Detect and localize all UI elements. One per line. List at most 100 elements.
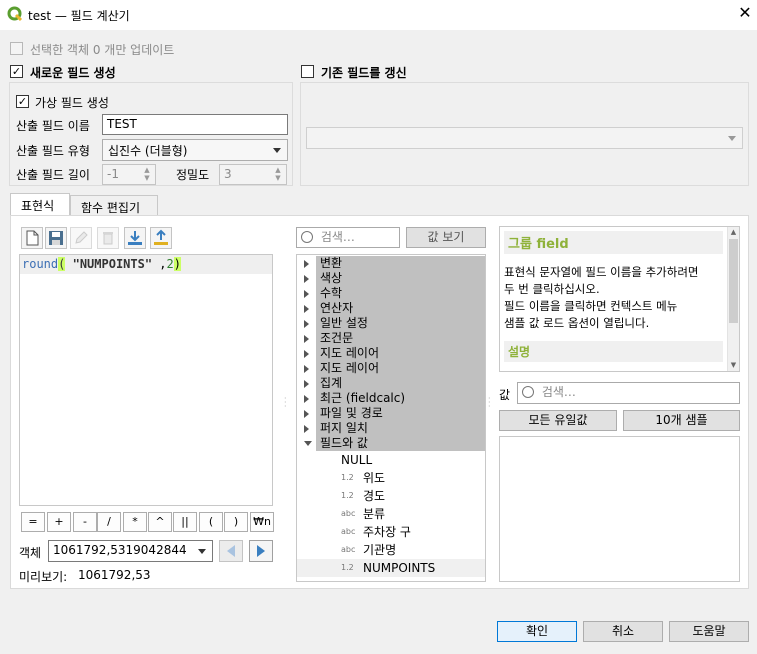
all-unique-button[interactable]: 모든 유일값 (499, 410, 617, 431)
arrow-right-icon (257, 545, 265, 557)
save-icon[interactable] (45, 227, 67, 249)
next-feature-button[interactable] (249, 540, 273, 562)
tree-group[interactable]: 집계 (304, 376, 485, 391)
search-icon (522, 386, 534, 398)
ten-samples-button[interactable]: 10개 샘플 (623, 410, 740, 431)
field-name: 분류 (363, 507, 386, 521)
close-icon[interactable]: ✕ (736, 4, 754, 22)
tree-field-item[interactable]: 1.2 위도 (297, 469, 485, 487)
tree-group-label: 수학 (320, 286, 343, 300)
tree-group[interactable]: 최근 (fieldcalc) (304, 391, 485, 406)
ok-button[interactable]: 확인 (497, 621, 577, 642)
help-description-title: 설명 (504, 341, 723, 362)
tree-group[interactable]: 퍼지 일치 (304, 421, 485, 436)
new-file-icon[interactable] (21, 227, 43, 249)
output-length-label: 산출 필드 길이 (16, 168, 90, 182)
tree-group[interactable]: 지도 레이어 (304, 361, 485, 376)
output-type-select[interactable]: 십진수 (더블형) (102, 139, 288, 161)
tree-group[interactable]: 파일 및 경로 (304, 406, 485, 421)
scroll-up-icon[interactable]: ▲ (728, 227, 739, 237)
splitter-handle[interactable]: · · · (284, 395, 287, 411)
preview-label: 미리보기: (19, 570, 68, 584)
tree-group-expanded[interactable]: 필드와 값 (304, 436, 485, 451)
expand-icon (304, 275, 309, 283)
values-search-input[interactable]: 검색… (517, 382, 740, 404)
export-icon[interactable] (150, 227, 172, 249)
tree-group[interactable]: 수학 (304, 286, 485, 301)
help-button[interactable]: 도움말 (669, 621, 749, 642)
import-icon[interactable] (124, 227, 146, 249)
update-selected-checkbox[interactable] (10, 42, 23, 55)
tree-field-item[interactable]: NULL (297, 451, 485, 469)
operator-equals-button[interactable]: = (21, 512, 45, 532)
scroll-down-icon[interactable]: ▼ (728, 361, 739, 369)
help-line: 샘플 값 로드 옵션이 열립니다. (504, 316, 650, 330)
delete-icon[interactable] (97, 227, 119, 249)
help-line: 표현식 문자열에 필드 이름을 추가하려면 (504, 265, 699, 279)
values-label: 값 (499, 388, 511, 402)
help-scrollbar[interactable]: ▲ ▼ (727, 227, 739, 371)
expression-line: round( "NUMPOINTS" ,2) (20, 255, 272, 274)
help-text: 표현식 문자열에 필드 이름을 추가하려면 두 번 클릭하십시오. 필드 이름을… (504, 264, 723, 332)
tab-function-editor[interactable]: 함수 편집기 (70, 195, 158, 217)
tree-group-label: 필드와 값 (320, 436, 368, 450)
operator-power-button[interactable]: ^ (148, 512, 172, 532)
chevron-down-icon (728, 136, 736, 141)
operator-divide-button[interactable]: / (97, 512, 121, 532)
show-values-button[interactable]: 값 보기 (406, 227, 486, 248)
field-name: NULL (341, 453, 373, 467)
tree-group-label: 지도 레이어 (320, 346, 380, 360)
precision-value: 3 (224, 167, 232, 181)
tree-field-item[interactable]: abc 분류 (297, 505, 485, 523)
virtual-field-label: 가상 필드 생성 (35, 96, 109, 110)
tree-group[interactable]: 지도 레이어 (304, 346, 485, 361)
operator-concat-button[interactable]: || (173, 512, 197, 532)
cancel-button[interactable]: 취소 (583, 621, 663, 642)
output-type-value: 십진수 (더블형) (108, 144, 188, 158)
existing-field-select[interactable] (306, 127, 743, 149)
tree-group[interactable]: 색상 (304, 271, 485, 286)
feature-select[interactable]: 1061792,5319042844 (48, 540, 213, 562)
function-search-input[interactable]: 검색… (296, 227, 400, 248)
field-type-icon: 1.2 (341, 563, 354, 572)
expr-function: round (22, 257, 59, 271)
new-field-label: 새로운 필드 생성 (30, 66, 116, 80)
values-list[interactable] (499, 436, 740, 582)
preview-value: 1061792,53 (78, 568, 151, 582)
splitter-handle[interactable]: · · · (488, 395, 491, 411)
update-existing-label: 기존 필드를 갱신 (321, 66, 407, 80)
tree-group[interactable]: 조건문 (304, 331, 485, 346)
new-field-checkbox[interactable]: ✓ (10, 65, 23, 78)
tree-group-label: 색상 (320, 271, 343, 285)
scroll-thumb[interactable] (729, 239, 738, 323)
operator-plus-button[interactable]: + (47, 512, 71, 532)
virtual-field-checkbox[interactable]: ✓ (16, 95, 29, 108)
edit-icon[interactable] (70, 227, 92, 249)
tree-group[interactable]: 일반 설정 (304, 316, 485, 331)
function-search-placeholder: 검색… (320, 230, 355, 244)
operator-minus-button[interactable]: - (73, 512, 97, 532)
tree-group[interactable]: 연산자 (304, 301, 485, 316)
tab-expression[interactable]: 표현식 (10, 193, 70, 216)
operator-open-paren-button[interactable]: ( (199, 512, 223, 532)
operator-multiply-button[interactable]: * (123, 512, 147, 532)
tree-field-item[interactable]: abc 기관명 (297, 541, 485, 559)
output-length-spinbox[interactable]: -1 ▲ ▼ (102, 164, 156, 185)
update-existing-checkbox[interactable] (301, 65, 314, 78)
expand-icon (304, 290, 309, 298)
previous-feature-button[interactable] (219, 540, 243, 562)
tree-field-item-selected[interactable]: 1.2 NUMPOINTS (297, 559, 485, 577)
operator-close-paren-button[interactable]: ) (224, 512, 248, 532)
output-name-input[interactable]: TEST (102, 114, 288, 135)
expression-editor[interactable]: round( "NUMPOINTS" ,2) (19, 254, 273, 506)
operator-newline-button[interactable]: ₩n (250, 512, 274, 532)
tree-group-label: 연산자 (320, 301, 354, 315)
tree-group-label: 최근 (fieldcalc) (320, 391, 406, 405)
chevron-down-icon (273, 148, 281, 153)
tree-group[interactable]: 변환 (304, 256, 485, 271)
function-tree-body: 변환 색상 수학 연산자 일반 설정 조건문 지도 레이어 지도 레이어 집계 … (297, 255, 485, 577)
tree-field-item[interactable]: 1.2 경도 (297, 487, 485, 505)
field-name: 주차장 구 (363, 525, 411, 539)
precision-spinbox[interactable]: 3 ▲ ▼ (219, 164, 287, 185)
tree-field-item[interactable]: abc 주차장 구 (297, 523, 485, 541)
